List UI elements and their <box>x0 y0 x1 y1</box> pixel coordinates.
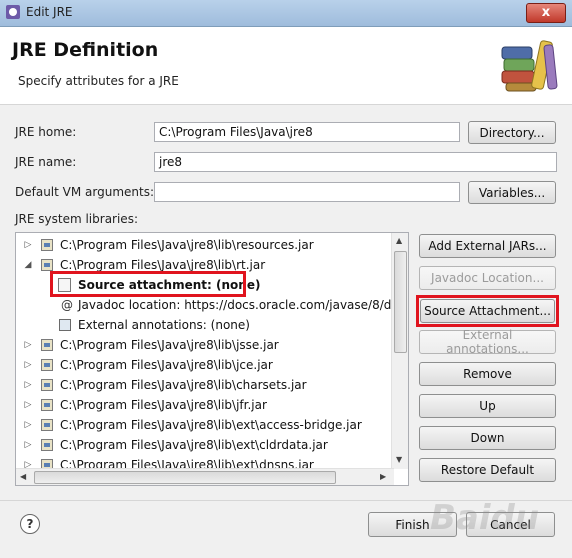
javadoc-icon: @ <box>61 298 73 312</box>
vertical-scrollbar[interactable]: ▲ ▼ <box>391 233 408 469</box>
remove-button[interactable]: Remove <box>419 362 556 386</box>
expand-arrow-icon[interactable]: ▷ <box>23 375 33 395</box>
window-title: Edit JRE <box>26 5 73 19</box>
watermark: Baidu <box>430 498 540 538</box>
libraries-label: JRE system libraries: <box>15 212 138 226</box>
jre-name-label: JRE name: <box>15 155 77 169</box>
horizontal-scroll-thumb[interactable] <box>34 471 336 484</box>
library-row[interactable]: ▷ C:\Program Files\Java\jre8\lib\ext\cld… <box>16 435 394 455</box>
jar-icon <box>41 399 53 411</box>
eclipse-icon <box>6 5 20 19</box>
variables-button[interactable]: Variables... <box>468 181 556 204</box>
close-button[interactable]: x <box>526 3 566 23</box>
jar-icon <box>41 239 53 251</box>
library-path: C:\Program Files\Java\jre8\lib\ext\dnsns… <box>60 458 314 469</box>
vm-args-label: Default VM arguments: <box>15 185 155 199</box>
page-title: JRE Definition <box>12 39 159 61</box>
library-path: C:\Program Files\Java\jre8\lib\ext\acces… <box>60 418 362 432</box>
directory-button[interactable]: Directory... <box>468 121 556 144</box>
library-row[interactable]: ▷ C:\Program Files\Java\jre8\lib\jce.jar <box>16 355 394 375</box>
collapse-arrow-icon[interactable]: ◢ <box>23 255 33 275</box>
help-icon[interactable]: ? <box>20 514 40 534</box>
down-button[interactable]: Down <box>419 426 556 450</box>
expand-arrow-icon[interactable]: ▷ <box>23 435 33 455</box>
library-path: C:\Program Files\Java\jre8\lib\charsets.… <box>60 378 307 392</box>
library-row[interactable]: ▷ C:\Program Files\Java\jre8\lib\charset… <box>16 375 394 395</box>
jar-icon <box>41 419 53 431</box>
jre-name-field[interactable]: jre8 <box>154 152 557 172</box>
scroll-down-arrow-icon[interactable]: ▼ <box>396 455 402 464</box>
library-row[interactable]: ▷ C:\Program Files\Java\jre8\lib\ext\acc… <box>16 415 394 435</box>
expand-arrow-icon[interactable]: ▷ <box>23 455 33 469</box>
javadoc-location-text: Javadoc location: https://docs.oracle.co… <box>78 298 394 312</box>
library-row[interactable]: ▷ C:\Program Files\Java\jre8\lib\ext\dns… <box>16 455 394 469</box>
page-subtitle: Specify attributes for a JRE <box>18 74 179 88</box>
javadoc-location-button[interactable]: Javadoc Location... <box>419 266 556 290</box>
vm-args-field[interactable] <box>154 182 460 202</box>
horizontal-scrollbar[interactable]: ◀ ▶ <box>16 468 394 485</box>
expand-arrow-icon[interactable]: ▷ <box>23 415 33 435</box>
expand-arrow-icon[interactable]: ▷ <box>23 235 33 255</box>
scroll-right-arrow-icon[interactable]: ▶ <box>380 472 386 481</box>
expand-arrow-icon[interactable]: ▷ <box>23 395 33 415</box>
highlight-box <box>50 271 246 297</box>
expand-arrow-icon[interactable]: ▷ <box>23 355 33 375</box>
books-icon <box>501 40 558 92</box>
jar-icon <box>41 379 53 391</box>
scroll-left-arrow-icon[interactable]: ◀ <box>20 472 26 481</box>
jar-icon <box>41 439 53 451</box>
jar-icon <box>41 359 53 371</box>
vertical-scroll-thumb[interactable] <box>394 251 407 353</box>
external-annotations-row[interactable]: External annotations: (none) <box>16 315 394 335</box>
library-row[interactable]: ▷ C:\Program Files\Java\jre8\lib\resourc… <box>16 235 394 255</box>
javadoc-location-row[interactable]: @ Javadoc location: https://docs.oracle.… <box>16 295 394 315</box>
jre-home-field[interactable]: C:\Program Files\Java\jre8 <box>154 122 460 142</box>
library-path: C:\Program Files\Java\jre8\lib\jce.jar <box>60 358 273 372</box>
library-path: C:\Program Files\Java\jre8\lib\ext\cldrd… <box>60 438 328 452</box>
library-path: C:\Program Files\Java\jre8\lib\resources… <box>60 238 314 252</box>
title-bar <box>0 0 572 27</box>
restore-default-button[interactable]: Restore Default <box>419 458 556 482</box>
external-annotations-button[interactable]: External annotations... <box>419 328 556 356</box>
library-path: C:\Program Files\Java\jre8\lib\jsse.jar <box>60 338 279 352</box>
jar-icon <box>41 259 53 271</box>
expand-arrow-icon[interactable]: ▷ <box>23 335 33 355</box>
external-annotations-text: External annotations: (none) <box>78 318 250 332</box>
jar-icon <box>41 339 53 351</box>
annotations-icon <box>59 319 71 331</box>
jre-home-label: JRE home: <box>15 125 77 139</box>
library-row[interactable]: ▷ C:\Program Files\Java\jre8\lib\jfr.jar <box>16 395 394 415</box>
library-path: C:\Program Files\Java\jre8\lib\jfr.jar <box>60 398 267 412</box>
scroll-up-arrow-icon[interactable]: ▲ <box>396 236 402 245</box>
add-external-jars-button[interactable]: Add External JARs... <box>419 234 556 258</box>
up-button[interactable]: Up <box>419 394 556 418</box>
dialog-header: JRE Definition Specify attributes for a … <box>0 27 572 105</box>
library-row[interactable]: ▷ C:\Program Files\Java\jre8\lib\jsse.ja… <box>16 335 394 355</box>
source-attachment-button[interactable]: Source Attachment... <box>420 299 555 323</box>
